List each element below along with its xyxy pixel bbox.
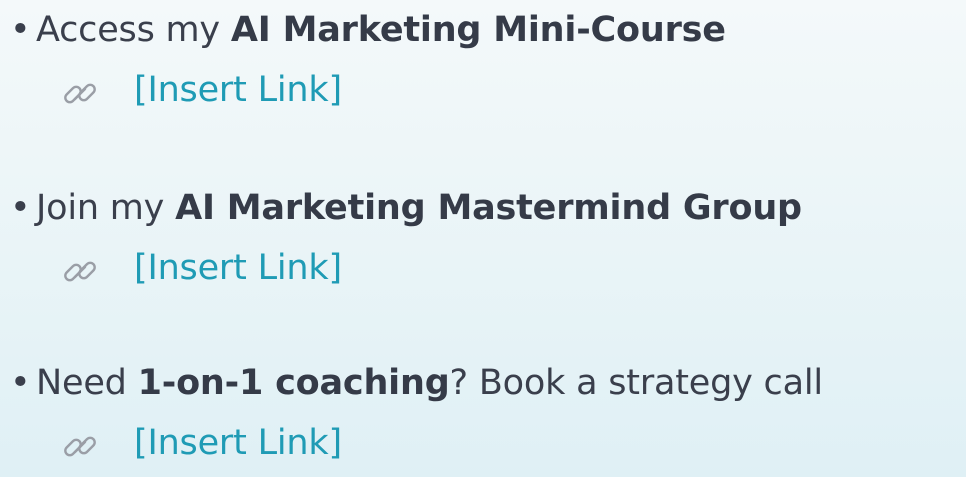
list-item: • Join my AI Marketing Mastermind Group [… bbox=[10, 180, 960, 296]
list-item: • Access my AI Marketing Mini-Course [Ins… bbox=[10, 2, 960, 118]
bullet: • bbox=[10, 363, 31, 403]
item-prefix: Join my bbox=[36, 188, 176, 228]
link-row[interactable]: [Insert Link] bbox=[10, 415, 960, 471]
list-item: • Need 1-on-1 coaching? Book a strategy c… bbox=[10, 355, 960, 471]
link-row[interactable]: [Insert Link] bbox=[10, 240, 960, 296]
item-text: • Join my AI Marketing Mastermind Group bbox=[10, 180, 960, 236]
item-text: • Need 1-on-1 coaching? Book a strategy c… bbox=[10, 355, 960, 411]
item-prefix: Need bbox=[36, 363, 138, 403]
insert-link[interactable]: [Insert Link] bbox=[134, 240, 342, 296]
item-highlight: AI Marketing Mastermind Group bbox=[175, 188, 802, 228]
item-text: • Access my AI Marketing Mini-Course bbox=[10, 2, 960, 58]
bullet: • bbox=[10, 188, 31, 228]
insert-link[interactable]: [Insert Link] bbox=[134, 415, 342, 471]
bullet: • bbox=[10, 10, 31, 50]
item-suffix: ? Book a strategy call bbox=[449, 363, 824, 403]
item-prefix: Access my bbox=[36, 10, 231, 50]
link-icon bbox=[64, 83, 96, 104]
link-icon bbox=[64, 436, 96, 457]
insert-link[interactable]: [Insert Link] bbox=[134, 62, 342, 118]
item-highlight: AI Marketing Mini-Course bbox=[230, 10, 726, 50]
link-icon bbox=[64, 261, 96, 282]
link-row[interactable]: [Insert Link] bbox=[10, 62, 960, 118]
item-highlight: 1-on-1 coaching bbox=[137, 363, 450, 403]
